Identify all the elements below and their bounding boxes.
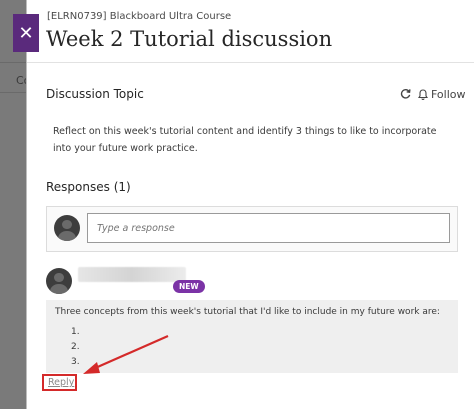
page-title: Week 2 Tutorial discussion (46, 27, 333, 51)
close-icon: ✕ (18, 22, 34, 44)
close-button[interactable]: ✕ (13, 14, 39, 52)
follow-label: Follow (431, 88, 466, 101)
responses-heading: Responses (1) (46, 180, 131, 194)
avatar-icon (46, 268, 72, 294)
refresh-icon[interactable] (400, 88, 411, 102)
response-input[interactable] (87, 213, 450, 243)
discussion-panel: ✕ [ELRN0739] Blackboard Ultra Course Wee… (13, 0, 474, 409)
avatar-icon (54, 215, 80, 241)
response-post: Three concepts from this week's tutorial… (46, 300, 458, 373)
bell-icon (418, 89, 428, 100)
new-badge: NEW (173, 280, 205, 293)
post-list: 1. 2. 3. (71, 325, 80, 370)
author-name-redacted (78, 267, 186, 282)
course-label: [ELRN0739] Blackboard Ultra Course (47, 11, 232, 22)
topic-text: Reflect on this week's tutorial content … (53, 126, 437, 154)
panel-header: ✕ [ELRN0739] Blackboard Ultra Course Wee… (13, 0, 474, 63)
reply-highlight-box: Reply (42, 374, 77, 391)
list-item: 2. (71, 342, 80, 352)
discussion-topic-heading: Discussion Topic (46, 87, 144, 101)
follow-button[interactable]: Follow (418, 88, 466, 101)
panel-body: Discussion Topic Follow Reflect on this … (27, 64, 474, 409)
list-item: 3. (71, 357, 80, 367)
background-divider (0, 92, 26, 93)
reply-link[interactable]: Reply (48, 377, 74, 388)
post-text: Three concepts from this week's tutorial… (55, 307, 440, 317)
list-item: 1. (71, 327, 80, 337)
response-composer (46, 206, 458, 252)
background-divider (0, 62, 26, 63)
